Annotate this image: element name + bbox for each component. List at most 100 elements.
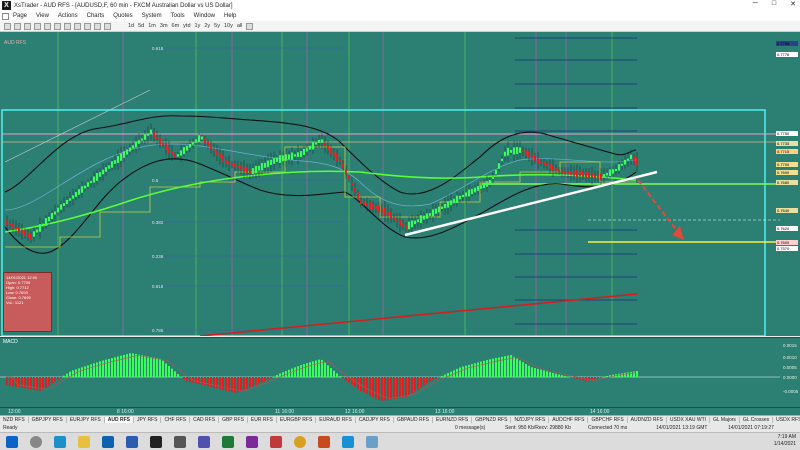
range-3m[interactable]: 3m <box>160 23 168 29</box>
settings-icon[interactable] <box>246 22 254 30</box>
menu-tools[interactable]: Tools <box>171 13 185 19</box>
edge-icon[interactable] <box>54 435 66 448</box>
search-icon[interactable] <box>30 435 42 448</box>
print-icon[interactable] <box>14 22 21 30</box>
range-1y[interactable]: 1y <box>195 23 201 29</box>
candle-body <box>39 224 41 232</box>
symbol-tab[interactable]: JPY RFS <box>134 417 162 423</box>
range-2y[interactable]: 2y <box>204 23 210 29</box>
powerpoint-icon[interactable] <box>318 435 330 448</box>
candle-body <box>549 164 551 169</box>
close-button[interactable]: ✕ <box>790 0 796 8</box>
minimize-button[interactable]: ─ <box>753 0 758 8</box>
price-chart[interactable]: 0.7795 0.7776 0.7750 0.7735 0.7715 0.7700 0.76… <box>0 32 800 336</box>
menu-actions[interactable]: Actions <box>58 13 78 19</box>
price-label: 0.7620 <box>777 226 790 231</box>
range-all[interactable]: all <box>237 23 243 29</box>
symbol-tab[interactable]: GBPNZD RFS <box>472 417 512 423</box>
symbol-tab[interactable]: GBP RFS <box>219 417 248 423</box>
symbol-tab[interactable]: EUR RFS <box>248 417 277 423</box>
symbol-tab[interactable]: CAD RFS <box>190 417 220 423</box>
word-icon[interactable] <box>126 435 138 448</box>
candle-body <box>69 198 71 201</box>
notepad-icon[interactable] <box>366 435 378 448</box>
macd-bar <box>249 377 251 388</box>
draw-fib-icon[interactable] <box>94 22 101 30</box>
snip-icon[interactable] <box>270 435 282 448</box>
macd-bar <box>633 371 635 377</box>
maximize-button[interactable]: □ <box>772 0 776 8</box>
crosshair-icon[interactable] <box>104 22 111 30</box>
chrome-icon[interactable] <box>294 435 306 448</box>
menu-page[interactable]: Page <box>13 13 27 19</box>
price-label: 0.7776 <box>777 52 790 57</box>
undo-icon[interactable] <box>54 22 61 30</box>
zoom-in-icon[interactable] <box>64 22 71 30</box>
menu-charts[interactable]: Charts <box>87 13 105 19</box>
taskbar-clock[interactable]: 7:19 AM 1/14/2021 <box>774 434 796 448</box>
paste-icon[interactable] <box>44 22 51 30</box>
menu-view[interactable]: View <box>36 13 49 19</box>
symbol-tab[interactable]: EURNZD RFS <box>433 417 473 423</box>
symbol-tab[interactable]: EURGBP RFS <box>277 417 317 423</box>
menu-system[interactable]: System <box>142 13 162 19</box>
skype-icon[interactable] <box>342 435 354 448</box>
range-10y[interactable]: 10y <box>224 23 233 29</box>
symbol-tab[interactable]: CHF RFS <box>161 417 191 423</box>
menu-quotes[interactable]: Quotes <box>113 13 132 19</box>
symbol-tab[interactable]: CADJPY RFS <box>356 417 394 423</box>
fib-label-0: 0.618 <box>152 46 164 51</box>
cut-icon[interactable] <box>24 22 31 30</box>
macd-bar <box>216 377 218 389</box>
menu-window[interactable]: Window <box>194 13 215 19</box>
calculator-icon[interactable] <box>174 435 186 448</box>
symbol-tab[interactable]: AUD RFS <box>104 417 134 423</box>
page-icon[interactable] <box>2 12 9 20</box>
symbol-tab[interactable]: GBPCHF RFS <box>588 417 628 423</box>
symbol-tab[interactable]: USDX XAU WTI <box>667 417 711 423</box>
zoom-out-icon[interactable] <box>74 22 81 30</box>
range-5y[interactable]: 5y <box>214 23 220 29</box>
range-ytd[interactable]: ytd <box>183 23 190 29</box>
symbol-tab[interactable]: AUDCHF RFS <box>549 417 589 423</box>
start-icon[interactable] <box>6 435 18 448</box>
symbol-tab[interactable]: GL Crosses <box>740 417 774 423</box>
candle-body <box>15 226 17 230</box>
candle-body <box>483 182 485 189</box>
symbol-tab[interactable]: USDX RFS <box>773 417 800 423</box>
draw-line-icon[interactable] <box>84 22 91 30</box>
macd-bar <box>309 362 311 377</box>
copy-icon[interactable] <box>34 22 41 30</box>
range-5d[interactable]: 5d <box>138 23 144 29</box>
symbol-tab[interactable]: NZDJPY RFS <box>511 417 550 423</box>
macd-bar <box>471 364 473 377</box>
onenote-icon[interactable] <box>246 435 258 448</box>
macd-bar <box>426 377 428 384</box>
menu-help[interactable]: Help <box>224 13 236 19</box>
symbol-tab[interactable]: EURJPY RFS <box>67 417 105 423</box>
symbol-tab[interactable]: GBPJPY RFS <box>29 417 67 423</box>
macd-bar <box>303 364 305 377</box>
macd-bar <box>51 377 53 384</box>
macd-bar <box>417 377 419 390</box>
folder-icon[interactable] <box>78 435 90 448</box>
symbol-tab[interactable]: GBPAUD RFS <box>394 417 433 423</box>
xstrader-icon[interactable] <box>150 435 162 448</box>
symbol-tab[interactable]: EURAUD RFS <box>316 417 356 423</box>
excel-icon[interactable] <box>222 435 234 448</box>
candle-body <box>126 149 128 155</box>
range-1m[interactable]: 1m <box>148 23 156 29</box>
symbol-tab[interactable]: NZD RFS <box>0 417 29 423</box>
macd-bar <box>294 367 296 377</box>
save-icon[interactable] <box>4 22 11 30</box>
macd-panel[interactable]: 0.0015 0.0010 0.0005 0.0000 -0.0005 MACD <box>0 337 800 407</box>
range-6m[interactable]: 6m <box>172 23 180 29</box>
candle-body <box>498 163 500 169</box>
symbol-tab[interactable]: GL Majors <box>710 417 740 423</box>
teams-icon[interactable] <box>198 435 210 448</box>
outlook-icon[interactable] <box>102 435 114 448</box>
range-1d[interactable]: 1d <box>128 23 134 29</box>
symbol-tab[interactable]: AUDNZD RFS <box>628 417 667 423</box>
candle-body <box>108 165 110 169</box>
macd-bar <box>474 363 476 377</box>
